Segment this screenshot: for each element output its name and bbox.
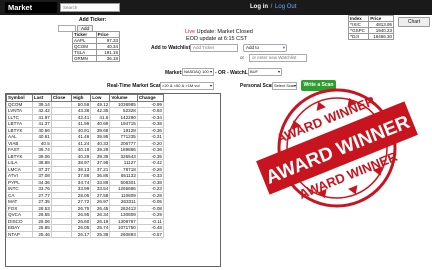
scan-select-value: >20 & <50 & >1M vol [162, 83, 200, 88]
stamp-bottom-text: AWARD WINNER [297, 149, 400, 202]
chevron-down-icon: ▾ [282, 45, 285, 50]
change-cell: -0.57 [136, 230, 165, 238]
market-select[interactable]: NASDAQ 100 ▾ [182, 68, 214, 76]
award-winner-stamp: AWARD WINNER AWARD WINNER AWARD WINNER [256, 88, 418, 208]
auth-nav: Log in / Log Out [250, 2, 296, 13]
high-cell: 26.17 [71, 230, 92, 238]
market-status-text: Update: Market Closed [195, 29, 253, 35]
login-link[interactable]: Log in [250, 4, 268, 10]
chart-button[interactable]: Chart [398, 17, 430, 27]
add-to-watchlist-select[interactable]: Add to ▾ [243, 44, 287, 52]
realtime-scan-label: Real-Time Market Scan: [107, 83, 164, 89]
or-label: or [240, 55, 245, 60]
price-cell: 36.18 [95, 55, 121, 62]
symbol-cell: NTAP [6, 230, 33, 238]
stamp-top-text: AWARD WINNER [274, 93, 377, 146]
live-label: Live [185, 29, 196, 35]
new-watchlist-input[interactable]: or enter new Watchlist [249, 54, 307, 62]
chevron-down-icon: ▾ [277, 69, 280, 74]
low-cell: 25.38 [90, 230, 111, 238]
personal-scan-select[interactable]: Select Scan ▾ [272, 82, 297, 90]
eod-update-text: EOD update at 6:15 CST [186, 36, 248, 42]
results-panel: Symbol Last Close High Low Volume Change… [5, 93, 221, 267]
live-status: Live Update: Market Closed [185, 29, 253, 35]
chevron-down-icon: ▾ [209, 69, 212, 74]
index-price-cell: 16466.30 [368, 33, 394, 40]
ticker-cell: GRMN [72, 55, 97, 62]
table-row[interactable]: ^DJI 16466.30 [347, 33, 394, 40]
watchlist-ticker-input[interactable]: Add Ticker [190, 44, 238, 52]
index-table: Index Price ^IXIC 4813.95 ^GSPC 1940.23 ^D… [347, 15, 394, 40]
market-label: Market: [165, 70, 183, 76]
watchlist-select[interactable]: BUF ▾ [248, 68, 282, 76]
personal-scan-value: Select Scan [274, 83, 296, 88]
app-logo[interactable]: Market Wizard [5, 2, 57, 23]
table-row[interactable]: NTAP 25.46 26.17 25.38 260893 -0.57 [6, 230, 165, 238]
close-cell [50, 230, 73, 238]
logout-link[interactable]: Log Out [275, 4, 296, 10]
table-row[interactable]: GRMN 36.18 [72, 55, 121, 62]
index-cell: ^DJI [347, 33, 370, 40]
add-ticker-label: Add Ticker: [79, 17, 107, 23]
market-select-value: NASDAQ 100 [184, 69, 209, 74]
write-scan-button[interactable]: Write a Scan [301, 80, 336, 91]
search-input[interactable]: Search [60, 3, 120, 12]
stamp-text: AWARD WINNER [263, 112, 413, 189]
results-table: Symbol Last Close High Low Volume Change… [6, 94, 165, 238]
chevron-down-icon: ▾ [209, 83, 212, 88]
volume-cell: 260893 [109, 230, 138, 238]
last-cell: 25.46 [31, 230, 52, 238]
scan-select[interactable]: >20 & <50 & >1M vol ▾ [160, 82, 214, 90]
watchlist-select-value: BUF [250, 69, 258, 74]
auth-separator: / [270, 4, 273, 10]
personal-scan-label: Personal Scan: [240, 83, 277, 89]
add-to-label: Add to [246, 45, 260, 50]
chevron-down-icon: ▾ [293, 83, 296, 88]
add-to-watchlist-label: Add to Watchlist: [151, 45, 192, 51]
ticker-table: Ticker Price AAPL 97.33 QCOM 40.34 TSLA 191… [72, 31, 121, 62]
